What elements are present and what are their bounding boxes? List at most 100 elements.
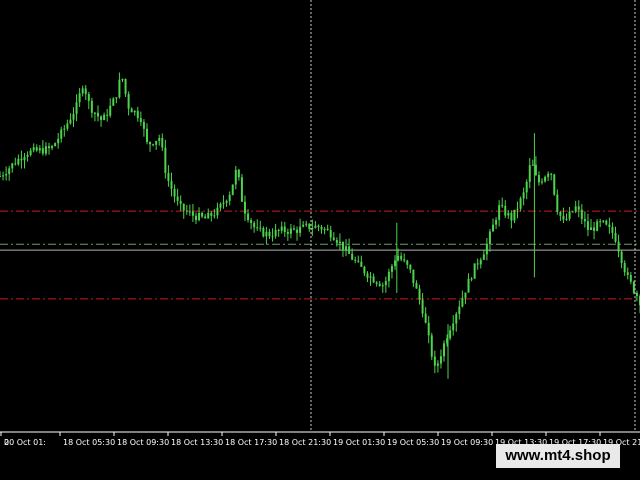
candle-body-171 [522, 192, 525, 199]
candle-body-29 [87, 94, 90, 101]
candle-body-24 [72, 113, 75, 120]
candle-body-7 [20, 158, 23, 161]
candle-body-16 [47, 146, 50, 149]
candle-body-194 [593, 227, 596, 231]
candle-body-26 [78, 93, 81, 103]
candle-body-142 [433, 356, 436, 366]
candle-body-39 [118, 79, 121, 98]
candle-body-166 [507, 212, 510, 216]
candle-body-198 [605, 220, 608, 225]
candle-body-153 [467, 278, 470, 293]
candle-body-175 [534, 164, 537, 176]
candle-body-110 [335, 239, 338, 243]
x-tick-label-4: 18 Oct 17:30 [225, 438, 277, 447]
candle-body-59 [179, 200, 182, 204]
candle-body-125 [381, 285, 384, 287]
candle-body-32 [96, 112, 99, 117]
candle-body-156 [476, 263, 479, 265]
candle-body-122 [372, 276, 375, 283]
candle-body-102 [311, 228, 314, 230]
candle-body-12 [35, 147, 38, 151]
candle-body-192 [586, 221, 589, 230]
candle-body-105 [320, 227, 323, 230]
candle-body-155 [473, 263, 476, 279]
candle-body-157 [479, 259, 482, 265]
candle-body-17 [51, 146, 54, 149]
candle-body-63 [191, 211, 194, 216]
candle-body-170 [519, 198, 522, 209]
candle-body-134 [409, 264, 412, 270]
candle-body-143 [436, 363, 439, 366]
x-tick-label-6: 19 Oct 01:30 [333, 438, 385, 447]
candle-body-128 [390, 266, 393, 272]
candle-body-100 [305, 223, 308, 225]
candle-body-139 [424, 313, 427, 323]
candle-body-160 [488, 231, 491, 245]
candle-body-111 [338, 241, 341, 243]
candle-body-57 [173, 188, 176, 197]
candle-body-154 [470, 278, 473, 280]
candle-body-181 [553, 174, 556, 195]
watermark-badge: www.mt4.shop [496, 444, 620, 468]
candle-body-71 [216, 207, 219, 216]
candle-body-48 [145, 128, 148, 143]
candle-body-82 [250, 220, 253, 223]
candle-body-67 [204, 216, 207, 219]
candle-body-83 [253, 222, 256, 228]
candle-body-173 [528, 165, 531, 182]
candle-body-9 [26, 154, 29, 157]
candle-body-97 [296, 229, 299, 233]
candle-body-163 [498, 205, 501, 220]
candle-body-176 [537, 175, 540, 183]
candle-body-35 [106, 114, 109, 116]
candle-body-101 [308, 223, 311, 229]
candle-body-180 [550, 173, 553, 175]
candle-body-8 [23, 156, 26, 161]
candle-body-108 [329, 229, 332, 238]
candle-body-172 [525, 181, 528, 193]
candle-body-79 [240, 177, 243, 202]
candle-body-38 [115, 97, 118, 99]
candle-body-147 [449, 330, 452, 339]
candle-body-66 [201, 212, 204, 217]
candle-body-42 [127, 93, 130, 109]
candle-body-27 [81, 88, 84, 94]
candle-body-45 [136, 110, 139, 119]
x-tick-label-12: 20 Oct 01: [4, 438, 46, 447]
candle-body-54 [164, 147, 167, 173]
candle-body-158 [482, 254, 485, 260]
candle-body-0 [0, 176, 1, 177]
candle-body-94 [286, 232, 289, 234]
candle-body-206 [629, 274, 632, 282]
x-tick-label-3: 18 Oct 13:30 [171, 438, 223, 447]
candle-body-144 [439, 356, 442, 364]
candle-body-33 [100, 116, 103, 121]
candle-body-72 [219, 203, 222, 208]
candle-body-164 [501, 205, 504, 207]
candle-body-73 [222, 202, 225, 204]
candle-body-150 [458, 306, 461, 315]
candle-body-184 [562, 215, 565, 220]
candle-body-151 [461, 297, 464, 307]
candle-body-107 [326, 228, 329, 230]
candle-body-80 [243, 201, 246, 214]
candle-body-124 [378, 283, 381, 286]
candle-body-65 [198, 212, 201, 221]
candle-body-193 [590, 227, 593, 230]
candle-body-14 [41, 148, 44, 154]
x-tick-label-2: 18 Oct 09:30 [117, 438, 169, 447]
candle-body-96 [292, 228, 295, 230]
x-tick-label-1: 18 Oct 05:30 [63, 438, 115, 447]
candle-body-81 [247, 213, 250, 221]
candle-body-140 [427, 322, 430, 336]
candle-body-10 [29, 150, 32, 155]
candle-body-55 [167, 172, 170, 181]
candle-body-136 [415, 283, 418, 289]
candle-body-40 [121, 78, 124, 80]
candle-body-98 [299, 226, 302, 233]
x-tick-label-8: 19 Oct 09:30 [441, 438, 493, 447]
candle-body-4 [11, 163, 14, 169]
candle-body-15 [44, 146, 47, 154]
candle-body-25 [75, 102, 78, 114]
candle-body-50 [152, 144, 155, 146]
